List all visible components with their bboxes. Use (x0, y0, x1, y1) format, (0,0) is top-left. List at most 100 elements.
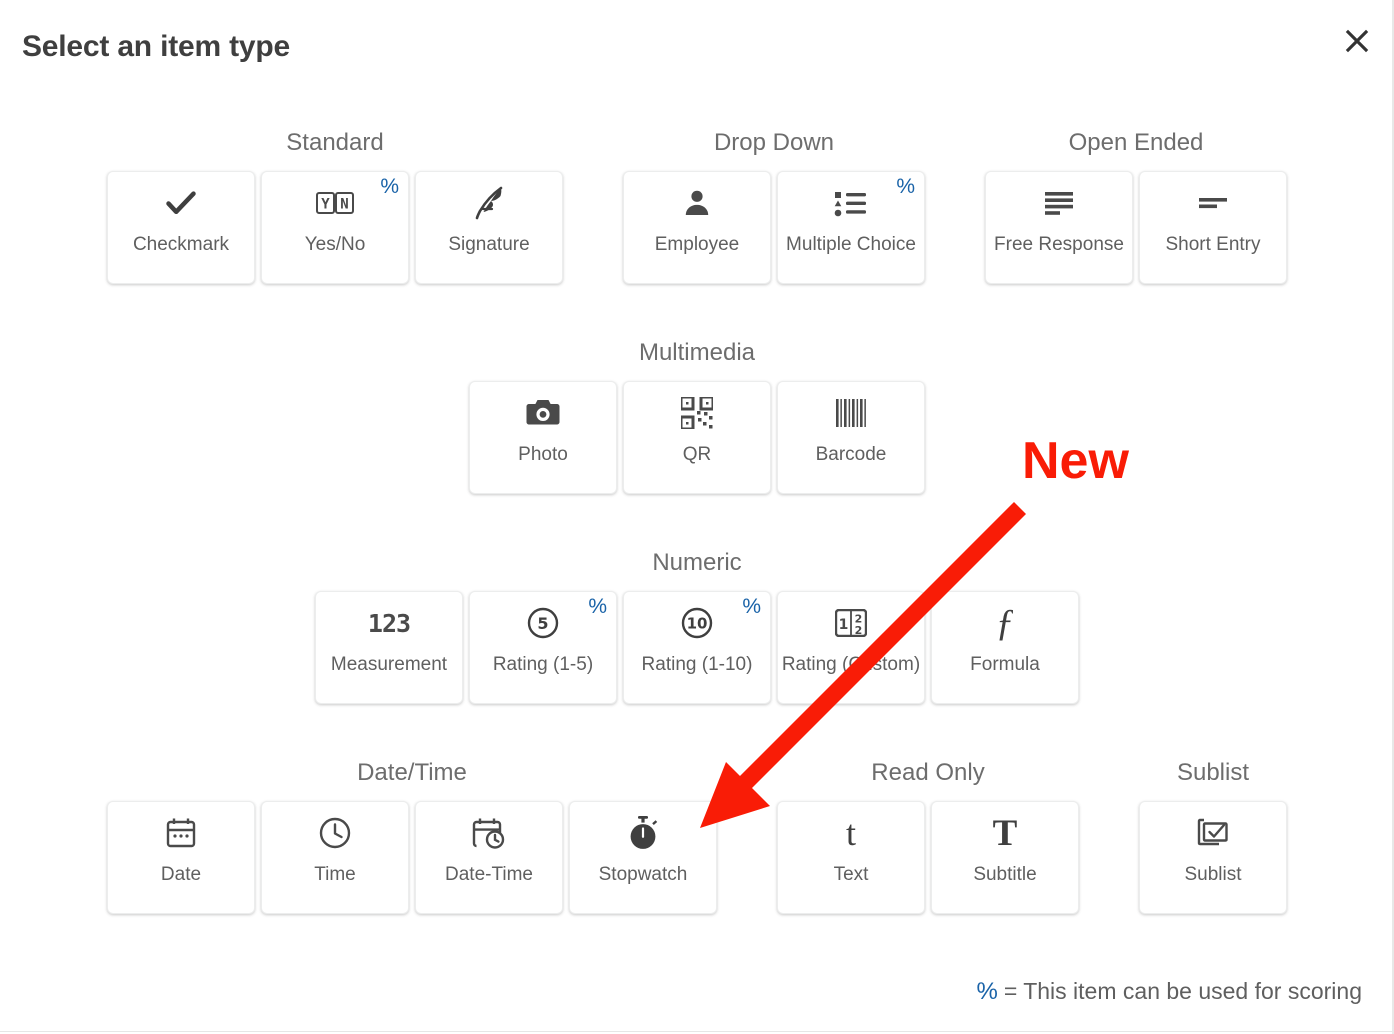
qr-code-icon (624, 382, 770, 444)
item-type-grid: Standard Checkmark % Y N Yes/No Signatur… (0, 100, 1392, 980)
item-type-free-response[interactable]: Free Response (985, 171, 1133, 284)
svg-text:1: 1 (839, 617, 849, 633)
person-icon (624, 172, 770, 234)
svg-text:2: 2 (855, 624, 863, 637)
item-type-label: Stopwatch (598, 864, 688, 885)
item-type-rating-1-10[interactable]: % 10 Rating (1-10) (623, 591, 771, 704)
item-type-label: Subtitle (973, 864, 1037, 885)
item-type-rating-1-5[interactable]: % 5 Rating (1-5) (469, 591, 617, 704)
item-type-time[interactable]: Time (261, 801, 409, 914)
group-drop-down: Drop Down Employee % Multiple Choice (623, 128, 925, 284)
item-type-multiple-choice[interactable]: % Multiple Choice (777, 171, 925, 284)
calendar-clock-icon (416, 802, 562, 864)
group-row-4: Date/Time Date Time Date-Time Stopwatch … (0, 758, 1392, 914)
group-title-standard: Standard (286, 129, 384, 156)
item-type-label: Sublist (1184, 864, 1242, 885)
scoring-badge: % (588, 595, 607, 618)
group-title-drop-down: Drop Down (713, 129, 835, 156)
digits-123-glyph: 123 (367, 608, 411, 638)
paragraph-lines-icon (986, 172, 1132, 234)
item-type-label: Date-Time (445, 864, 533, 885)
signature-quill-icon (416, 172, 562, 234)
tiles-sublist: Sublist (1139, 801, 1287, 914)
item-type-label: Time (314, 864, 356, 885)
item-type-yes-no[interactable]: % Y N Yes/No (261, 171, 409, 284)
scoring-legend: % = This item can be used for scoring (976, 978, 1362, 1006)
item-type-label: Checkmark (132, 234, 230, 255)
clock-icon (262, 802, 408, 864)
item-type-label: Short Entry (1165, 234, 1261, 255)
group-title-date-time: Date/Time (357, 759, 467, 786)
item-type-formula[interactable]: ƒ Formula (931, 591, 1079, 704)
item-type-checkmark[interactable]: Checkmark (107, 171, 255, 284)
legend-text: = This item can be used for scoring (1003, 978, 1362, 1004)
item-type-barcode[interactable]: Barcode (777, 381, 925, 494)
group-date-time: Date/Time Date Time Date-Time Stopwatch (107, 758, 717, 914)
group-title-read-only: Read Only (871, 759, 985, 786)
item-type-label: Measurement (330, 654, 448, 675)
tiles-drop-down: Employee % Multiple Choice (623, 171, 925, 284)
tiles-standard: Checkmark % Y N Yes/No Signature (107, 171, 563, 284)
group-title-multimedia: Multimedia (638, 339, 756, 366)
tiles-date-time: Date Time Date-Time Stopwatch (107, 801, 717, 914)
svg-text:Y: Y (321, 197, 330, 213)
item-type-label: QR (682, 444, 712, 465)
dialog-header: Select an item type (0, 0, 1392, 100)
item-type-short-entry[interactable]: Short Entry (1139, 171, 1287, 284)
item-type-label: Multiple Choice (786, 234, 916, 255)
svg-text:N: N (340, 197, 348, 213)
item-type-label: Barcode (815, 444, 887, 465)
item-type-label: Date (160, 864, 202, 885)
scoring-badge: % (380, 175, 399, 198)
group-title-sublist: Sublist (1176, 759, 1250, 786)
uppercase-t-icon: T (932, 802, 1078, 864)
page-title: Select an item type (22, 30, 290, 63)
scoring-badge: % (896, 175, 915, 198)
group-title-open-ended: Open Ended (1068, 129, 1204, 156)
lowercase-t-icon: t (778, 802, 924, 864)
item-type-label: Signature (448, 234, 530, 255)
group-row-1: Standard Checkmark % Y N Yes/No Signatur… (0, 128, 1392, 284)
digits-123-icon: 123 (316, 592, 462, 654)
item-type-employee[interactable]: Employee (623, 171, 771, 284)
item-type-qr[interactable]: QR (623, 381, 771, 494)
item-type-subtitle[interactable]: T Subtitle (931, 801, 1079, 914)
svg-text:5: 5 (537, 614, 548, 633)
checkmark-icon (108, 172, 254, 234)
item-type-sublist[interactable]: Sublist (1139, 801, 1287, 914)
footer-divider (0, 1031, 1392, 1032)
camera-icon (470, 382, 616, 444)
item-type-label: Formula (970, 654, 1040, 675)
group-sublist: Sublist Sublist (1139, 758, 1287, 914)
item-type-label: Text (833, 864, 869, 885)
item-type-label: Photo (518, 444, 568, 465)
item-type-dialog: Select an item type Standard Checkmark %… (0, 0, 1394, 1034)
group-numeric: Numeric 123 Measurement % 5 Rating (1-5)… (315, 548, 1079, 704)
item-type-label: Rating (Custom) (781, 654, 921, 675)
group-multimedia: Multimedia Photo QR Barcode (469, 338, 925, 494)
item-type-stopwatch[interactable]: Stopwatch (569, 801, 717, 914)
close-button[interactable] (1336, 20, 1378, 62)
group-read-only: Read Only t Text T Subtitle (777, 758, 1079, 914)
barcode-icon (778, 382, 924, 444)
lowercase-t-glyph: t (845, 813, 856, 853)
group-standard: Standard Checkmark % Y N Yes/No Signatur… (107, 128, 563, 284)
item-type-date-time[interactable]: Date-Time (415, 801, 563, 914)
item-type-date[interactable]: Date (107, 801, 255, 914)
sublist-checkbox-icon (1140, 802, 1286, 864)
item-type-signature[interactable]: Signature (415, 171, 563, 284)
item-type-photo[interactable]: Photo (469, 381, 617, 494)
group-row-2: Multimedia Photo QR Barcode (0, 338, 1392, 494)
svg-text:10: 10 (687, 615, 708, 633)
group-row-3: Numeric 123 Measurement % 5 Rating (1-5)… (0, 548, 1392, 704)
item-type-label: Yes/No (304, 234, 366, 255)
item-type-measurement[interactable]: 123 Measurement (315, 591, 463, 704)
item-type-text[interactable]: t Text (777, 801, 925, 914)
tiles-open-ended: Free Response Short Entry (985, 171, 1287, 284)
function-f-glyph: ƒ (995, 602, 1015, 644)
item-type-label: Rating (1-10) (641, 654, 753, 675)
tiles-numeric: 123 Measurement % 5 Rating (1-5) % 10 Ra… (315, 591, 1079, 704)
group-open-ended: Open Ended Free Response Short Entry (985, 128, 1287, 284)
item-type-label: Free Response (994, 234, 1124, 255)
item-type-rating-custom[interactable]: 1 2 2 Rating (Custom) (777, 591, 925, 704)
